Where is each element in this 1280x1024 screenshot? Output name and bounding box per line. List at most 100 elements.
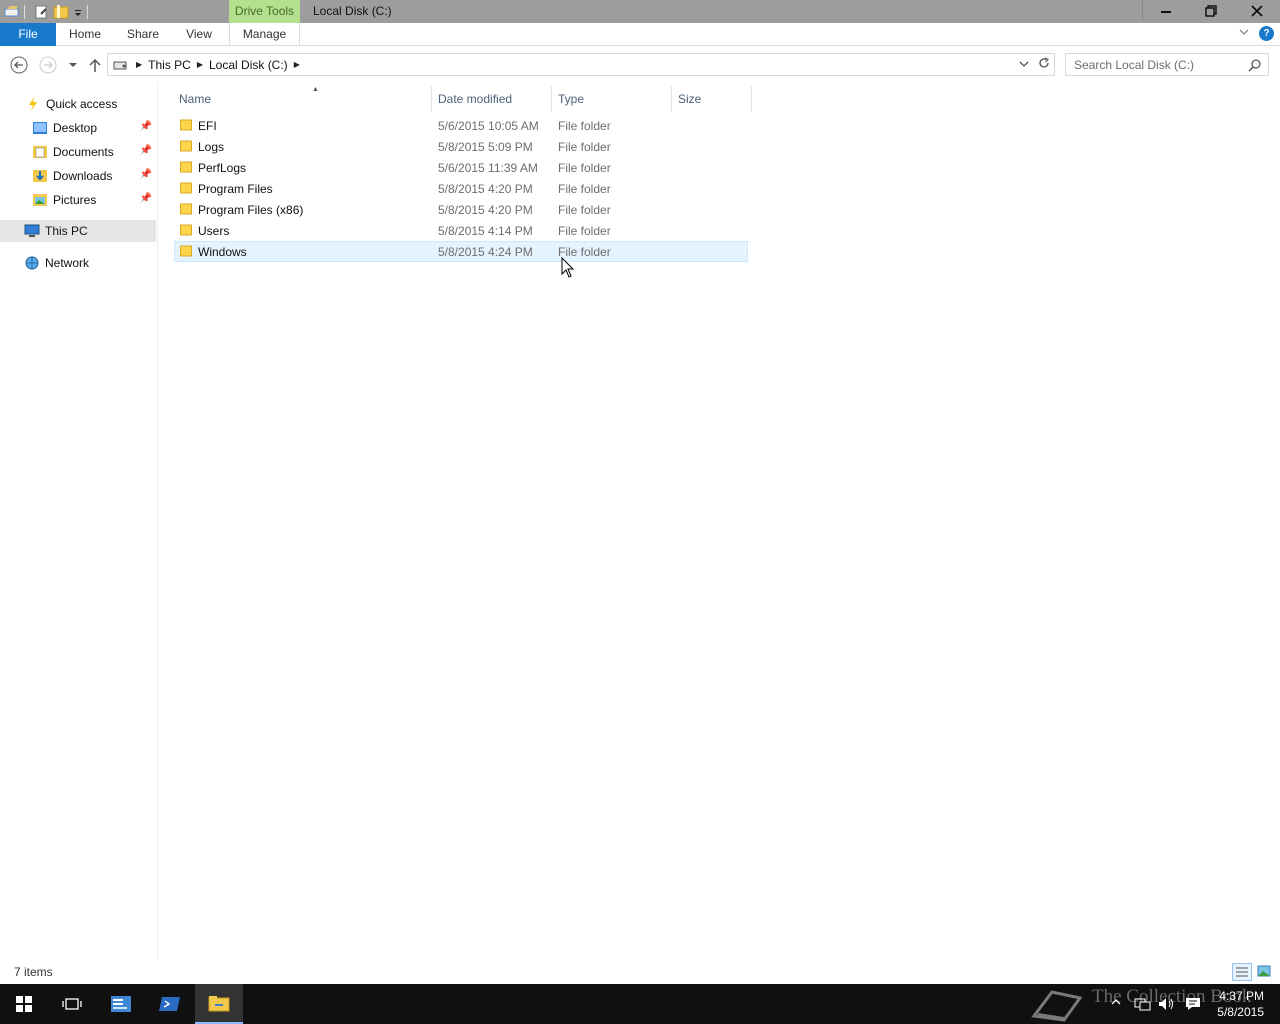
sort-ascending-icon: ▲ (312, 86, 319, 93)
system-clock[interactable]: 4:37 PM 5/8/2015 (1217, 988, 1264, 1020)
explorer-app-icon[interactable] (4, 4, 20, 20)
this-pc-location-icon (112, 57, 130, 73)
minimize-button[interactable] (1142, 0, 1188, 21)
customize-toolbar-icon[interactable] (73, 4, 83, 20)
server-manager-taskbar-button[interactable] (97, 984, 145, 1024)
column-header-name[interactable]: Name ▲ (173, 86, 432, 112)
pin-icon[interactable]: 📌 (140, 193, 152, 204)
folder-icon (180, 140, 192, 152)
item-count: 7 items (14, 965, 53, 979)
column-header-size-label: Size (678, 92, 702, 106)
breadcrumb-separator-icon[interactable]: ▶ (294, 60, 300, 69)
nav-documents[interactable]: Documents 📌 (0, 141, 156, 163)
column-header-type[interactable]: Type (552, 86, 672, 112)
file-type: File folder (558, 181, 611, 196)
help-icon[interactable]: ? (1259, 26, 1274, 41)
nav-desktop-label: Desktop (53, 121, 98, 135)
column-header-type-label: Type (558, 92, 585, 106)
nav-network[interactable]: Network (0, 252, 156, 274)
expand-ribbon-icon[interactable] (1239, 28, 1249, 39)
up-button[interactable] (85, 55, 105, 75)
table-row-hovered[interactable]: Windows 5/8/2015 4:24 PM File folder (174, 241, 748, 262)
status-bar: 7 items (0, 960, 1280, 984)
column-header-size[interactable]: Size (672, 86, 752, 112)
desktop-folder-icon (32, 120, 48, 136)
refresh-icon[interactable] (1034, 57, 1054, 72)
pin-icon[interactable]: 📌 (140, 145, 152, 156)
file-explorer-taskbar-button[interactable] (195, 984, 243, 1024)
folder-icon (180, 182, 192, 194)
search-icon[interactable] (1248, 58, 1262, 72)
windows-logo-icon (16, 996, 32, 1012)
large-icons-view-button[interactable] (1255, 963, 1275, 981)
navigation-row: ▶ This PC ▶ Local Disk (C:) ▶ (0, 47, 1280, 83)
file-type: File folder (558, 202, 611, 217)
close-button[interactable] (1234, 0, 1280, 21)
task-view-button[interactable] (48, 984, 96, 1024)
mouse-cursor-icon (561, 257, 575, 278)
up-arrow-icon (89, 58, 101, 72)
start-button[interactable] (0, 984, 48, 1024)
forward-button[interactable] (38, 55, 58, 75)
details-view-icon (1236, 967, 1248, 977)
new-folder-icon[interactable] (53, 4, 69, 20)
breadcrumb-separator-icon[interactable]: ▶ (136, 60, 142, 69)
powershell-icon (159, 997, 180, 1011)
nav-downloads[interactable]: Downloads 📌 (0, 165, 156, 187)
network-icon (24, 255, 40, 271)
action-center-icon[interactable] (1185, 996, 1201, 1015)
table-row[interactable]: Logs 5/8/2015 5:09 PM File folder (174, 136, 748, 157)
file-type: File folder (558, 118, 611, 133)
table-row[interactable]: Users 5/8/2015 4:14 PM File folder (174, 220, 748, 241)
file-explorer-icon (208, 996, 230, 1012)
file-name: Logs (198, 139, 225, 154)
toolbar-divider (24, 4, 25, 19)
back-button[interactable] (9, 55, 29, 75)
table-row[interactable]: Program Files 5/8/2015 4:20 PM File fold… (174, 178, 748, 199)
powershell-taskbar-button[interactable] (146, 984, 194, 1024)
window-title: Local Disk (C:) (313, 4, 392, 18)
tab-share[interactable]: Share (118, 23, 168, 46)
details-view-button[interactable] (1232, 963, 1252, 981)
nav-pictures-label: Pictures (53, 193, 97, 207)
breadcrumb-separator-icon[interactable]: ▶ (197, 60, 203, 69)
file-name: EFI (198, 118, 217, 133)
table-row[interactable]: EFI 5/6/2015 10:05 AM File folder (174, 115, 748, 136)
tab-view[interactable]: View (176, 23, 222, 46)
address-bar[interactable]: ▶ This PC ▶ Local Disk (C:) ▶ (107, 53, 1055, 76)
file-type: File folder (558, 223, 611, 238)
pin-icon[interactable]: 📌 (140, 121, 152, 132)
file-date: 5/8/2015 5:09 PM (438, 139, 533, 154)
breadcrumb-this-pc[interactable]: This PC (148, 58, 191, 72)
file-name: Windows (198, 244, 247, 259)
recent-locations-button[interactable] (63, 55, 83, 75)
nav-quick-access[interactable]: Quick access (0, 93, 156, 115)
nav-desktop[interactable]: Desktop 📌 (0, 117, 156, 139)
pin-icon[interactable]: 📌 (140, 169, 152, 180)
show-hidden-icons-icon[interactable] (1111, 996, 1121, 1010)
nav-quick-access-label: Quick access (46, 97, 118, 111)
window-controls (1142, 0, 1280, 21)
table-row[interactable]: Program Files (x86) 5/8/2015 4:20 PM Fil… (174, 199, 748, 220)
restore-button[interactable] (1188, 0, 1234, 21)
drive-tools-context-tab[interactable]: Drive Tools (229, 0, 300, 23)
search-input[interactable] (1066, 54, 1236, 75)
network-tray-icon[interactable] (1134, 996, 1152, 1015)
file-date: 5/8/2015 4:24 PM (438, 244, 533, 259)
table-row[interactable]: PerfLogs 5/6/2015 11:39 AM File folder (174, 157, 748, 178)
address-history-dropdown-icon[interactable] (1014, 59, 1034, 71)
tab-home[interactable]: Home (60, 23, 110, 46)
column-header-date-modified[interactable]: Date modified (432, 86, 552, 112)
nav-this-pc[interactable]: This PC (0, 220, 156, 242)
nav-documents-label: Documents (53, 145, 114, 159)
nav-pictures[interactable]: Pictures 📌 (0, 189, 156, 211)
volume-icon[interactable] (1158, 996, 1176, 1015)
tab-file[interactable]: File (0, 23, 56, 46)
breadcrumb-local-disk[interactable]: Local Disk (C:) (209, 58, 288, 72)
properties-icon[interactable] (33, 4, 49, 20)
title-bar: Drive Tools Local Disk (C:) (0, 0, 1280, 23)
column-header-date-label: Date modified (438, 92, 513, 106)
file-name: Program Files (198, 181, 273, 196)
tab-manage[interactable]: Manage (229, 23, 300, 46)
search-box[interactable] (1065, 53, 1269, 76)
